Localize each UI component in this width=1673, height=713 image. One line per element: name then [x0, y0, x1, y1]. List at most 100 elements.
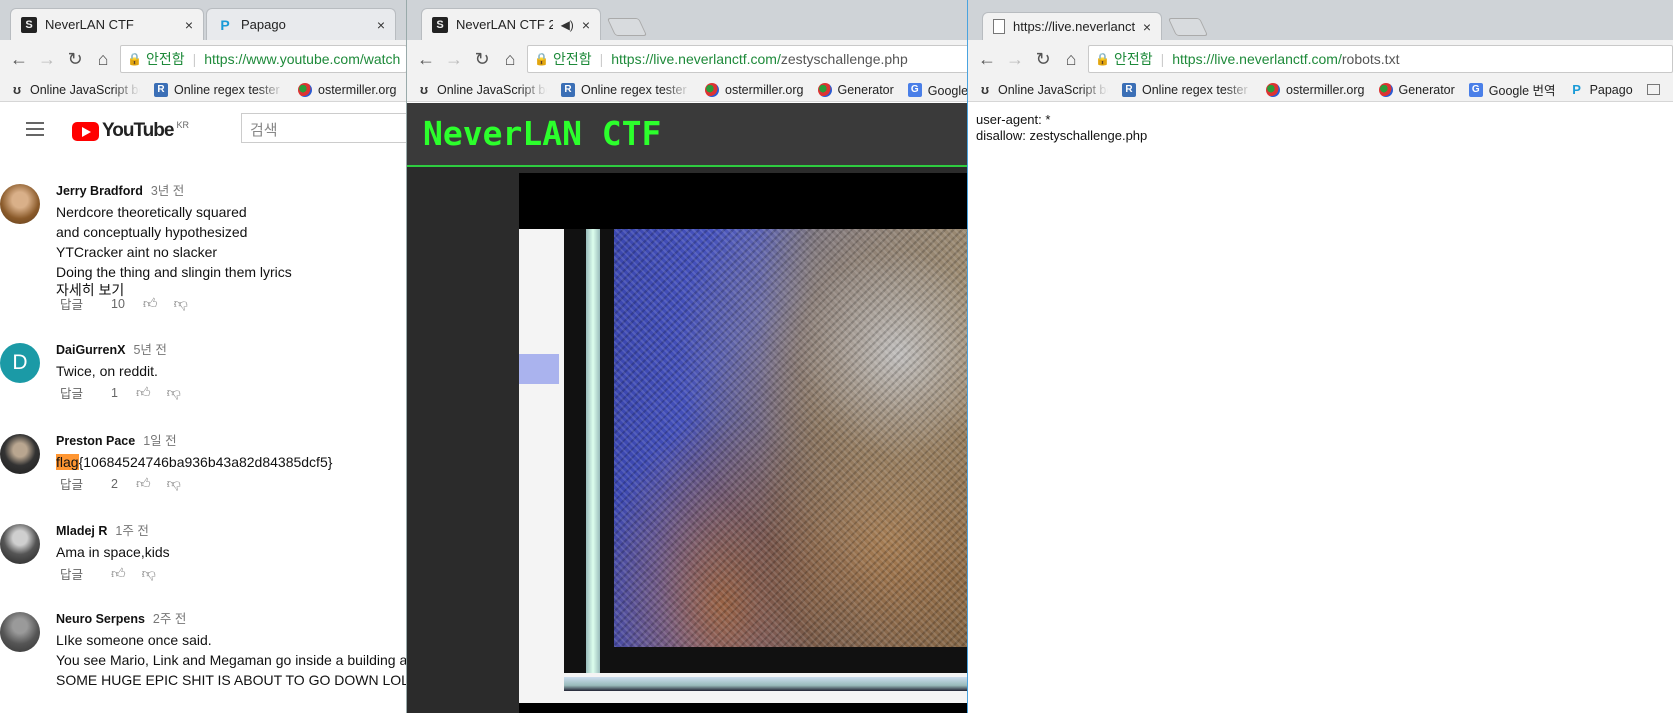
address-bar[interactable]: 🔒 안전함 | https://live.neverlanctf.com/rob… [1088, 45, 1673, 73]
tab-title: Papago [241, 17, 286, 32]
reload-icon[interactable]: ↻ [64, 49, 86, 70]
avatar[interactable] [0, 434, 40, 474]
close-icon[interactable]: × [582, 17, 590, 33]
bookmark-folder[interactable] [1646, 84, 1660, 95]
address-bar[interactable]: 🔒 안전함 | https://www.youtube.com/watch [120, 45, 407, 73]
comment-time[interactable]: 1일 전 [143, 430, 176, 449]
comment-time[interactable]: 1주 전 [115, 520, 148, 539]
thumbs-up-icon[interactable]: 👍︎ [143, 295, 158, 312]
address-bar[interactable]: 🔒 안전함 | https://live.neverlanctf.com/zes… [527, 45, 969, 73]
thumbs-down-icon[interactable]: 👎︎ [167, 475, 181, 492]
like-count: 10 [111, 296, 125, 311]
forward-arrow-icon[interactable]: → [1004, 49, 1026, 70]
back-arrow-icon[interactable]: ← [415, 49, 437, 70]
comment-author[interactable]: Neuro Serpens [56, 612, 145, 626]
thumbs-up-icon[interactable]: 👍︎ [136, 384, 151, 401]
reload-icon[interactable]: ↻ [1032, 49, 1054, 70]
bookmark-google-translate[interactable]: GGoogle 번역 [1468, 80, 1556, 99]
comment-actions: 답글 1 👍︎ 👎︎ [60, 383, 197, 402]
speaker-icon[interactable]: ◀︎) [561, 18, 574, 32]
tab-strip: https://live.neverlanctf.co × [968, 0, 1673, 40]
bookmarks-bar: ʊ Online JavaScript be R Online regex test… [0, 78, 407, 102]
tab-strip: S NeverLAN CTF × P Papago × [0, 0, 407, 40]
bookmark-ostermiller[interactable]: ostermiller.org [705, 82, 804, 97]
menu-icon[interactable] [26, 122, 44, 140]
regex-bookmark-icon: R [561, 82, 575, 97]
new-tab-button[interactable] [606, 18, 648, 36]
bookmark-google-translate[interactable]: GGoogle 번역 [907, 80, 969, 99]
bookmark-online-regex[interactable]: R Online regex tester a [1122, 82, 1252, 97]
bookmark-generator[interactable]: Generator [817, 82, 894, 97]
tab-robots-txt[interactable]: https://live.neverlanctf.co × [982, 12, 1162, 40]
comment-time[interactable]: 3년 전 [151, 180, 184, 199]
avatar[interactable] [0, 184, 40, 224]
reply-button[interactable]: 답글 [60, 564, 83, 583]
home-icon[interactable]: ⌂ [92, 49, 114, 70]
avatar[interactable] [0, 524, 40, 564]
bookmark-generator[interactable]: Generator [1378, 82, 1455, 97]
papago-favicon-icon: P [220, 16, 230, 33]
thumbs-down-icon[interactable]: 👎︎ [174, 295, 188, 312]
youtube-play-icon [72, 121, 99, 141]
comment-actions: 답글 10 👍︎ 👎︎ [60, 294, 204, 313]
js-bookmark-icon: ʊ [12, 82, 22, 97]
search-input[interactable]: 검색 [241, 113, 407, 143]
comment-time[interactable]: 5년 전 [133, 339, 166, 358]
comment-time[interactable]: 2주 전 [153, 608, 186, 627]
bookmark-online-regex[interactable]: R Online regex tester a [154, 82, 284, 97]
bookmark-ostermiller[interactable]: ostermiller.org [298, 82, 397, 97]
comment-author[interactable]: DaiGurrenX [56, 343, 125, 357]
bookmark-online-javascript[interactable]: ʊ Online JavaScript be [417, 82, 547, 97]
thumbs-up-icon[interactable]: 👍︎ [111, 565, 126, 582]
home-icon[interactable]: ⌂ [1060, 49, 1082, 70]
secure-label: 안전함 [145, 51, 185, 67]
bookmark-online-javascript[interactable]: ʊ Online JavaScript be [10, 82, 140, 97]
robots-txt-content: user-agent: * disallow: zestyschallenge.… [968, 103, 1673, 713]
bookmark-online-regex[interactable]: R Online regex tester a [561, 82, 691, 97]
url-text: https://live.neverlanctf.com/zestyschall… [611, 51, 908, 67]
avatar[interactable] [0, 612, 40, 652]
back-arrow-icon[interactable]: ← [976, 49, 998, 70]
tab-papago[interactable]: P Papago × [206, 8, 396, 40]
lock-icon: 🔒 [127, 52, 142, 66]
crt-image [519, 229, 969, 703]
folder-icon [1646, 84, 1660, 95]
home-icon[interactable]: ⌂ [499, 49, 521, 70]
papago-bookmark-icon: P [1572, 82, 1581, 97]
forward-arrow-icon[interactable]: → [443, 49, 465, 70]
secure-label: 안전함 [552, 51, 592, 67]
thumbs-up-icon[interactable]: 👍︎ [136, 475, 151, 492]
like-count: 2 [111, 476, 118, 491]
comment-author[interactable]: Jerry Bradford [56, 184, 143, 198]
reply-button[interactable]: 답글 [60, 474, 83, 493]
thumbs-down-icon[interactable]: 👎︎ [142, 565, 156, 582]
comment-author[interactable]: Preston Pace [56, 434, 135, 448]
comment-author[interactable]: Mladej R [56, 524, 107, 538]
close-icon[interactable]: × [185, 17, 193, 33]
reply-button[interactable]: 답글 [60, 294, 83, 313]
thumbs-down-icon[interactable]: 👎︎ [167, 384, 181, 401]
url-text: https://live.neverlanctf.com/robots.txt [1172, 51, 1400, 67]
reply-button[interactable]: 답글 [60, 383, 83, 402]
comment-body: Ama in space,kids [56, 544, 170, 560]
avatar[interactable]: D [0, 343, 40, 383]
bookmarks-bar: ʊ Online JavaScript be R Online regex test… [968, 78, 1673, 102]
close-icon[interactable]: × [377, 17, 385, 33]
ostermiller-bookmark-icon [705, 82, 719, 97]
youtube-logo[interactable]: YouTube KR [72, 120, 189, 142]
tab-neverlan-ctf[interactable]: S NeverLAN CTF × [10, 8, 204, 40]
reload-icon[interactable]: ↻ [471, 49, 493, 70]
ostermiller-bookmark-icon [298, 82, 312, 97]
new-tab-button[interactable] [1167, 18, 1209, 36]
page-title: NeverLAN CTF [423, 114, 662, 153]
bookmark-ostermiller[interactable]: ostermiller.org [1266, 82, 1365, 97]
bookmark-online-javascript[interactable]: ʊ Online JavaScript be [978, 82, 1108, 97]
tab-neverlan-ctf-2018[interactable]: S NeverLAN CTF 2018 ◀︎) × [421, 8, 601, 40]
robots-line: user-agent: * [976, 112, 1051, 127]
url-text: https://www.youtube.com/watch [204, 51, 401, 67]
bookmark-papago[interactable]: P Papago [1570, 82, 1632, 97]
back-arrow-icon[interactable]: ← [8, 49, 30, 70]
close-icon[interactable]: × [1143, 19, 1151, 35]
forward-arrow-icon[interactable]: → [36, 49, 58, 70]
ostermiller-bookmark-icon [1266, 82, 1280, 97]
